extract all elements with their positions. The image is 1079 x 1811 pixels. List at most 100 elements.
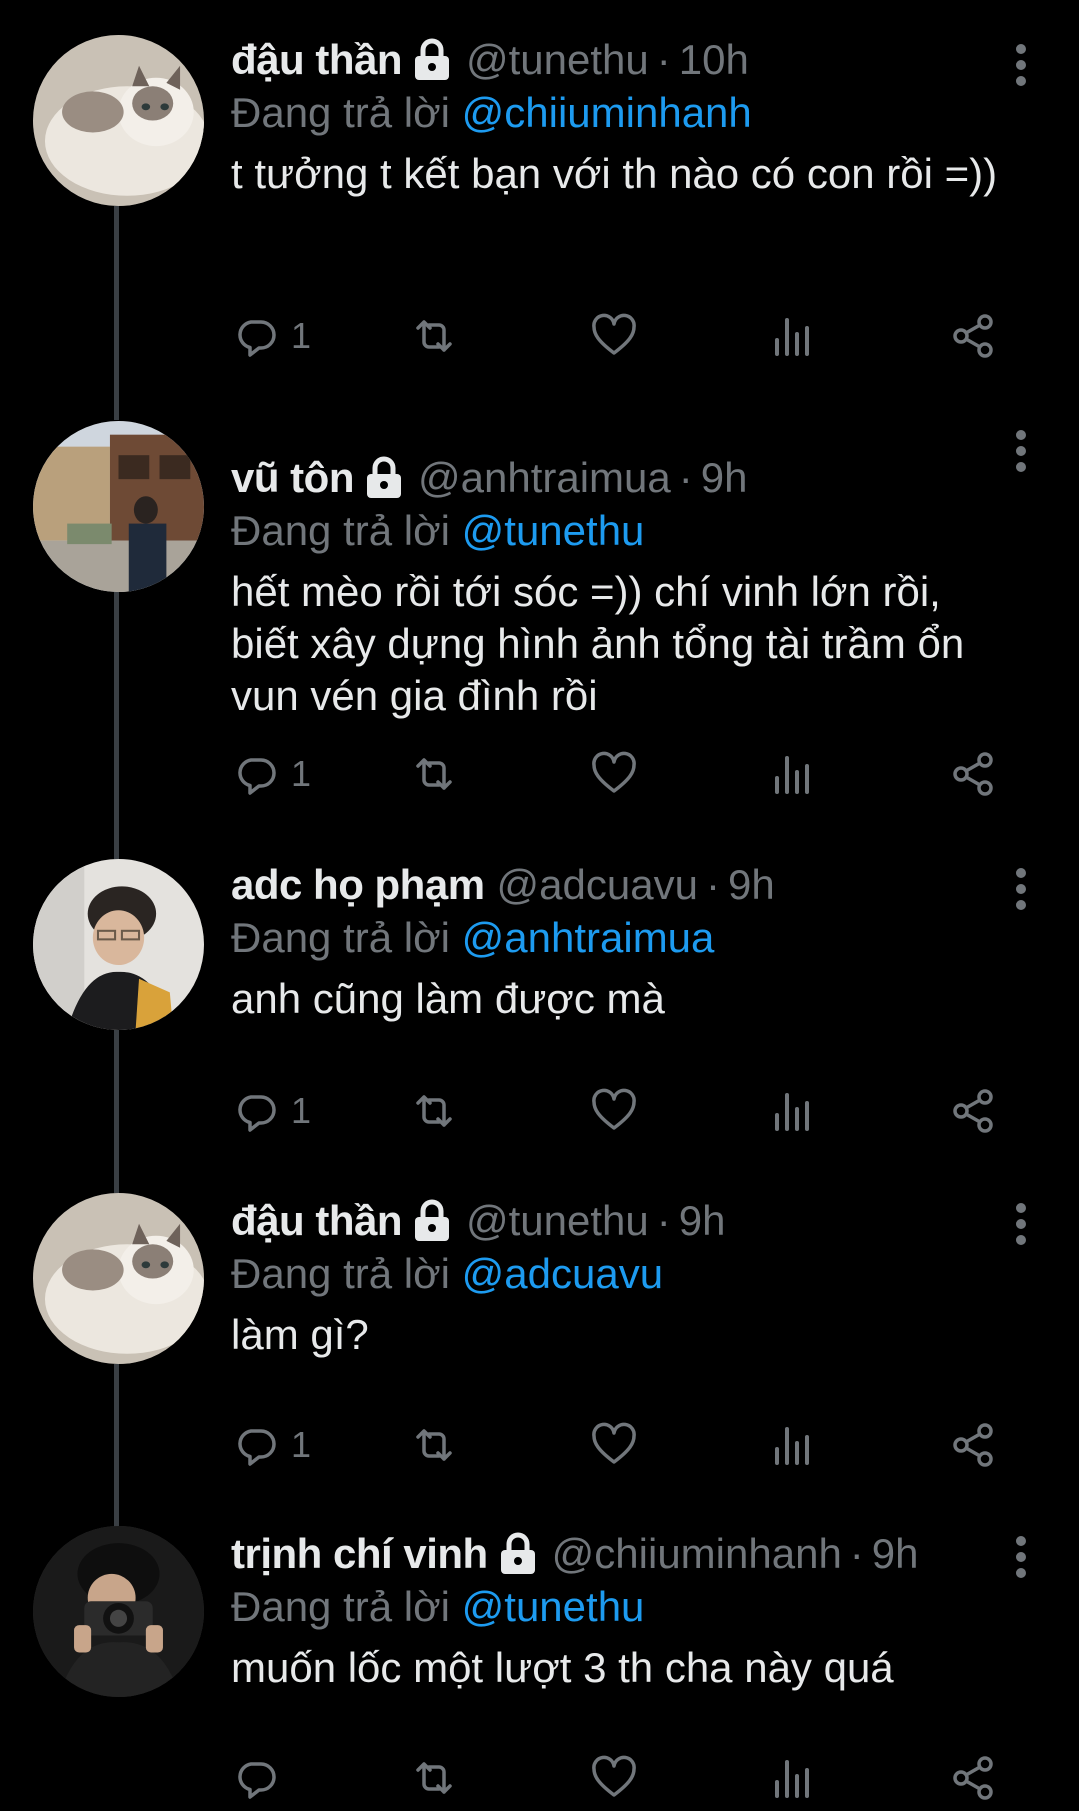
more-options-icon[interactable] bbox=[1015, 1536, 1027, 1578]
mention-link[interactable]: @tunethu bbox=[462, 1583, 645, 1630]
avatar[interactable] bbox=[33, 35, 204, 206]
lock-icon bbox=[412, 38, 452, 82]
lock-icon bbox=[412, 1199, 452, 1243]
separator-dot: · bbox=[656, 1197, 671, 1244]
avatar[interactable] bbox=[33, 421, 204, 592]
views-button[interactable] bbox=[767, 1415, 819, 1475]
more-options-icon[interactable] bbox=[1015, 868, 1027, 910]
more-options-icon[interactable] bbox=[1015, 1203, 1027, 1245]
reply-icon bbox=[238, 1429, 276, 1466]
timestamp[interactable]: 9h bbox=[872, 1530, 919, 1578]
share-button[interactable] bbox=[947, 1748, 999, 1808]
thread-line bbox=[114, 1364, 119, 1531]
action-bar: 1 bbox=[231, 1415, 1011, 1475]
thread-line bbox=[114, 206, 119, 420]
tweet[interactable]: vũ tôn @anhtraimua · 9h Đang trả lời @tu… bbox=[0, 418, 1079, 864]
tweet[interactable]: đậu thần @tunethu · 9h Đang trả lời @adc… bbox=[0, 1193, 1079, 1531]
timestamp[interactable]: 10h bbox=[679, 36, 749, 84]
replying-to-label: Đang trả lời bbox=[231, 1250, 450, 1297]
share-icon bbox=[953, 1423, 993, 1467]
thread-line bbox=[114, 592, 119, 864]
avatar[interactable] bbox=[33, 1526, 204, 1697]
tweet-header: trịnh chí vinh @chiiuminhanh · 9h bbox=[231, 1528, 1019, 1580]
tweet[interactable]: đậu thần @tunethu · 10h Đang trả lời @ch… bbox=[0, 0, 1079, 420]
retweet-button[interactable] bbox=[408, 1415, 460, 1475]
tweet-header: đậu thần @tunethu · 9h bbox=[231, 1195, 1019, 1247]
reply-button[interactable]: 1 bbox=[231, 306, 311, 366]
display-name[interactable]: vũ tôn bbox=[231, 454, 354, 502]
reply-button[interactable]: 1 bbox=[231, 1081, 311, 1141]
display-name[interactable]: trịnh chí vinh bbox=[231, 1530, 488, 1578]
avatar[interactable] bbox=[33, 1193, 204, 1364]
cat-avatar-image bbox=[33, 35, 204, 206]
user-handle[interactable]: @anhtraimua bbox=[418, 454, 671, 502]
like-button[interactable] bbox=[588, 1748, 640, 1808]
replying-to: Đang trả lời @chiiuminhanh bbox=[231, 86, 1019, 140]
mention-link[interactable]: @anhtraimua bbox=[462, 914, 715, 961]
camera-person-avatar-image bbox=[33, 1526, 204, 1697]
heart-icon bbox=[592, 1422, 636, 1464]
analytics-icon bbox=[775, 1427, 809, 1465]
reply-count: 1 bbox=[291, 315, 312, 356]
avatar[interactable] bbox=[33, 859, 204, 1030]
display-name[interactable]: đậu thần bbox=[231, 36, 403, 84]
tweet-text: anh cũng làm được mà bbox=[231, 975, 665, 1022]
separator-dot: · bbox=[678, 454, 693, 501]
like-button[interactable] bbox=[588, 1415, 640, 1475]
tweet[interactable]: trịnh chí vinh @chiiuminhanh · 9h Đang t… bbox=[0, 1526, 1079, 1811]
retweet-button[interactable] bbox=[408, 1748, 460, 1808]
views-button[interactable] bbox=[767, 1748, 819, 1808]
retweet-button[interactable] bbox=[408, 1081, 460, 1141]
more-options-icon[interactable] bbox=[1015, 44, 1027, 86]
views-button[interactable] bbox=[767, 1081, 819, 1141]
action-bar: 1 bbox=[231, 1081, 1011, 1141]
reply-icon bbox=[238, 1762, 276, 1799]
replying-to-label: Đang trả lời bbox=[231, 1583, 450, 1630]
user-handle[interactable]: @chiiuminhanh bbox=[552, 1530, 842, 1578]
share-button[interactable] bbox=[947, 1415, 999, 1475]
analytics-icon bbox=[775, 756, 809, 794]
separator-dot: · bbox=[656, 36, 671, 83]
separator-dot: · bbox=[849, 1530, 864, 1577]
person-avatar-image bbox=[33, 859, 204, 1030]
replying-to: Đang trả lời @tunethu bbox=[231, 1580, 1019, 1634]
lock-icon bbox=[364, 456, 404, 500]
user-handle[interactable]: @adcuavu bbox=[497, 861, 698, 909]
share-button[interactable] bbox=[947, 306, 999, 366]
timestamp[interactable]: 9h bbox=[728, 861, 775, 909]
mention-link[interactable]: @chiiuminhanh bbox=[462, 89, 752, 136]
like-button[interactable] bbox=[588, 744, 640, 804]
reply-button[interactable]: 1 bbox=[231, 1415, 311, 1475]
display-name[interactable]: adc họ phạm bbox=[231, 861, 485, 909]
tweet[interactable]: adc họ phạm @adcuavu · 9h Đang trả lời @… bbox=[0, 858, 1079, 1198]
retweet-icon bbox=[416, 758, 452, 790]
thread-line bbox=[114, 1030, 119, 1198]
retweet-button[interactable] bbox=[408, 306, 460, 366]
action-bar: 1 bbox=[231, 744, 1011, 804]
timestamp[interactable]: 9h bbox=[701, 454, 748, 502]
retweet-icon bbox=[416, 1429, 452, 1461]
user-handle[interactable]: @tunethu bbox=[466, 1197, 649, 1245]
views-button[interactable] bbox=[767, 306, 819, 366]
reply-icon bbox=[238, 1095, 276, 1132]
replying-to: Đang trả lời @anhtraimua bbox=[231, 911, 1019, 965]
timestamp[interactable]: 9h bbox=[679, 1197, 726, 1245]
share-button[interactable] bbox=[947, 744, 999, 804]
share-button[interactable] bbox=[947, 1081, 999, 1141]
retweet-button[interactable] bbox=[408, 744, 460, 804]
user-handle[interactable]: @tunethu bbox=[466, 36, 649, 84]
reply-button[interactable] bbox=[231, 1748, 291, 1808]
more-options-icon[interactable] bbox=[1015, 430, 1027, 472]
like-button[interactable] bbox=[588, 1081, 640, 1141]
reply-button[interactable]: 1 bbox=[231, 744, 311, 804]
display-name[interactable]: đậu thần bbox=[231, 1197, 403, 1245]
views-button[interactable] bbox=[767, 744, 819, 804]
mention-link[interactable]: @tunethu bbox=[462, 507, 645, 554]
like-button[interactable] bbox=[588, 306, 640, 366]
mention-link[interactable]: @adcuavu bbox=[462, 1250, 663, 1297]
cat-avatar-image bbox=[33, 1193, 204, 1364]
replying-to: Đang trả lời @adcuavu bbox=[231, 1247, 1019, 1301]
replying-to: Đang trả lời @tunethu bbox=[231, 504, 1019, 558]
tweet-header: adc họ phạm @adcuavu · 9h bbox=[231, 859, 1019, 911]
tweet-text: muốn lốc một lượt 3 th cha này quá bbox=[231, 1644, 894, 1691]
